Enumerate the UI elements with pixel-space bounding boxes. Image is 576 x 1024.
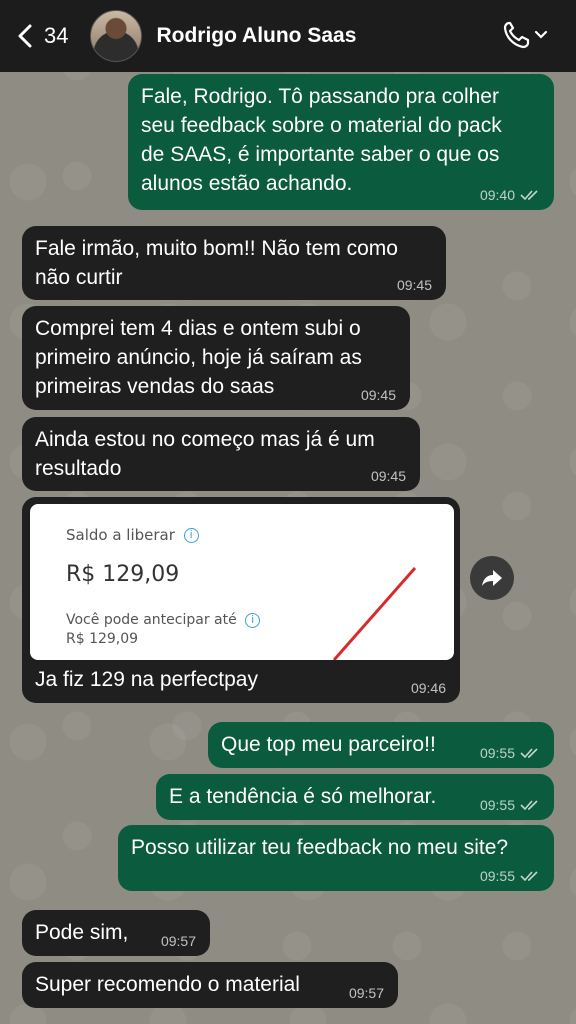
back-button[interactable]: 34 (14, 23, 68, 49)
forward-button[interactable] (470, 556, 514, 600)
outgoing-message[interactable]: Fale, Rodrigo. Tô passando pra colher se… (128, 74, 554, 210)
message-meta: 09:55 (480, 746, 540, 760)
message-meta: 09:45 (371, 469, 406, 483)
attached-screenshot[interactable]: Saldo a liberar i R$ 129,09 Você pode an… (30, 504, 454, 660)
message-time: 09:57 (160, 933, 196, 949)
message-text: Fale irmão, muito bom!! Não tem como não… (35, 237, 398, 289)
message-meta: 09:40 (480, 188, 540, 202)
message-time: 09:45 (396, 277, 432, 293)
message-time: 09:55 (479, 745, 515, 761)
message-time: 09:45 (370, 468, 406, 484)
outgoing-message[interactable]: E a tendência é só melhorar. 09:55 (156, 774, 554, 820)
read-receipt-icon (520, 871, 538, 882)
chat-header: 34 Rodrigo Aluno Saas (0, 0, 576, 72)
incoming-message[interactable]: Comprei tem 4 dias e ontem subi o primei… (22, 306, 410, 410)
message-text: Ainda estou no começo mas já é um result… (35, 428, 375, 480)
message-meta: 09:55 (480, 798, 540, 812)
message-time: 09:57 (348, 985, 384, 1001)
read-receipt-icon (520, 748, 538, 759)
unread-count: 34 (44, 23, 69, 48)
message-meta: 09:55 (480, 869, 540, 883)
chevron-left-icon (18, 24, 32, 48)
message-text: Posso utilizar teu feedback no meu site? (131, 836, 509, 859)
phone-icon (503, 21, 530, 49)
red-annotation-line (332, 567, 417, 660)
message-text: Fale, Rodrigo. Tô passando pra colher se… (141, 85, 502, 195)
message-time: 09:40 (479, 187, 515, 203)
outgoing-message[interactable]: Posso utilizar teu feedback no meu site?… (118, 825, 554, 891)
avatar[interactable] (90, 10, 143, 62)
message-caption: Ja fiz 129 na perfectpay (35, 668, 258, 691)
message-meta: 09:57 (161, 934, 196, 948)
read-receipt-icon (520, 800, 538, 811)
outgoing-message[interactable]: Que top meu parceiro!! 09:55 (208, 722, 554, 768)
message-meta: 09:45 (361, 388, 396, 402)
message-time: 09:46 (410, 680, 446, 696)
contact-name[interactable]: Rodrigo Aluno Saas (156, 24, 356, 48)
incoming-message[interactable]: Pode sim, 09:57 (22, 910, 210, 956)
message-meta: 09:57 (349, 986, 384, 1000)
read-receipt-icon (520, 190, 538, 201)
message-time: 09:55 (479, 868, 515, 884)
incoming-message[interactable]: Super recomendo o material 09:57 (22, 962, 398, 1008)
message-text: Super recomendo o material (35, 973, 300, 996)
message-meta: 09:46 (411, 681, 446, 695)
message-text: Comprei tem 4 dias e ontem subi o primei… (35, 317, 362, 398)
chevron-down-icon (534, 30, 548, 39)
message-meta: 09:45 (397, 278, 432, 292)
incoming-message[interactable]: Ainda estou no começo mas já é um result… (22, 417, 420, 491)
message-time: 09:45 (360, 387, 396, 403)
forward-icon (482, 570, 502, 586)
call-button[interactable] (502, 20, 548, 50)
incoming-message[interactable]: Fale irmão, muito bom!! Não tem como não… (22, 226, 446, 300)
message-time: 09:55 (479, 797, 515, 813)
